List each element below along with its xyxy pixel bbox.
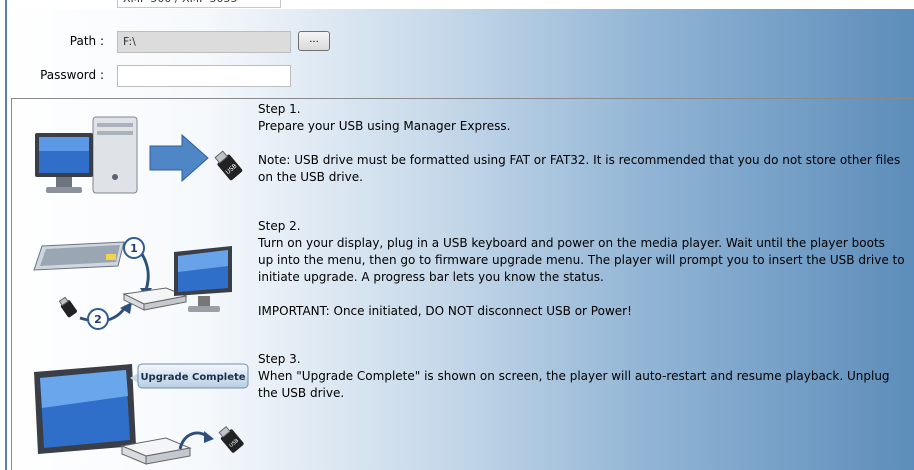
step-1-line: Prepare your USB using Manager Express.: [258, 119, 511, 133]
upgrade-complete-label: Upgrade Complete: [140, 372, 245, 383]
arrow-icon: [149, 133, 209, 183]
window-left-border: [5, 0, 7, 470]
browse-button[interactable]: ...: [298, 31, 330, 51]
password-label: Password :: [40, 68, 104, 82]
step-1-note-line: Note: USB drive must be formatted using …: [258, 153, 901, 167]
step-3-line: the USB drive.: [258, 386, 345, 400]
step-1-title: Step 1.: [258, 102, 301, 116]
top-strip: XMP-500 / XMP-5055: [0, 0, 914, 9]
step-3-text: Step 3. When "Upgrade Complete" is shown…: [258, 351, 914, 402]
model-field[interactable]: XMP-500 / XMP-5055: [117, 0, 281, 8]
path-label: Path :: [69, 34, 104, 48]
password-field[interactable]: [117, 65, 291, 87]
path-field[interactable]: F:\: [117, 31, 291, 53]
step-1-text: Step 1. Prepare your USB using Manager E…: [258, 101, 914, 186]
step-2-line: initiate upgrade. A progress bar lets yo…: [258, 270, 604, 284]
unplug-arrow-icon: [178, 431, 214, 450]
usb-drive-bottom-icon: USB: [218, 425, 244, 453]
usb-drive-icon: USB: [214, 150, 243, 181]
step-3-title: Step 3.: [258, 352, 301, 366]
badge-one-text: 1: [130, 242, 138, 255]
badge-two-text: 2: [94, 313, 102, 326]
monitor-icon: [174, 246, 232, 312]
step-1-note-line: on the USB drive.: [258, 170, 363, 184]
step-2-line: Turn on your display, plug in a USB keyb…: [258, 236, 885, 250]
badge-two-icon: 2: [87, 308, 109, 330]
step-2-line: up into the menu, then go to firmware up…: [258, 253, 905, 267]
upgrade-complete-callout: Upgrade Complete: [130, 363, 249, 389]
step-2-text: Step 2. Turn on your display, plug in a …: [258, 218, 914, 320]
step-3-line: When "Upgrade Complete" is shown on scre…: [258, 369, 890, 383]
step-2-important: IMPORTANT: Once initiated, DO NOT discon…: [258, 304, 632, 318]
step-2-title: Step 2.: [258, 219, 301, 233]
usb-drive-small-icon: [58, 296, 77, 318]
badge-one-icon: 1: [123, 237, 145, 259]
